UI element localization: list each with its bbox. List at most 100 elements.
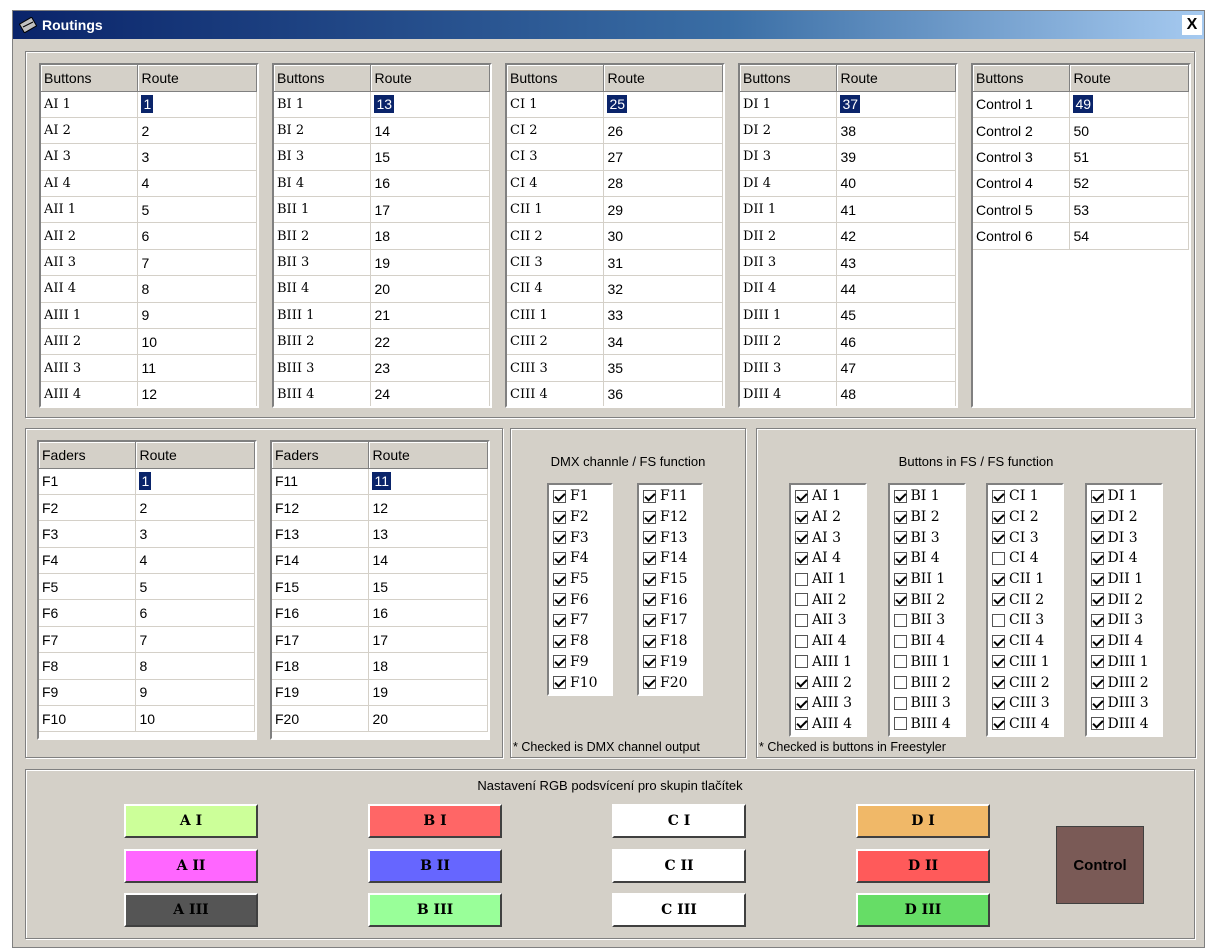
- checkbox-unchecked[interactable]: [893, 655, 907, 669]
- dmx-1-checklist[interactable]: F1 F2 F3 F4 F5 F6 F7 F8 F9 F10: [547, 483, 613, 696]
- row-name-cell[interactable]: BII 1: [274, 196, 372, 224]
- checkbox-checked[interactable]: [1090, 510, 1104, 524]
- table-row[interactable]: CII 1 29: [507, 196, 723, 224]
- route-cell[interactable]: 8: [137, 275, 257, 303]
- row-name-cell[interactable]: CIII 4: [507, 381, 605, 406]
- checkbox-item[interactable]: DIII 1: [1087, 652, 1161, 673]
- checkbox-item[interactable]: BI 2: [890, 507, 964, 528]
- row-name-cell[interactable]: Control 1: [973, 91, 1071, 118]
- table-row[interactable]: F10 10: [39, 705, 255, 733]
- button-3-header-name[interactable]: Buttons: [507, 65, 605, 92]
- button-2-header-name[interactable]: Buttons: [274, 65, 372, 92]
- row-name-cell[interactable]: AII 2: [41, 222, 139, 250]
- checkbox-item[interactable]: CIII 4: [988, 714, 1062, 735]
- table-row[interactable]: BII 4 20: [274, 275, 490, 303]
- title-bar[interactable]: Routings X: [13, 11, 1204, 39]
- fs-1-checklist[interactable]: AI 1 AI 2 AI 3 AI 4 AII 1 AII 2 AII 3 AII 4 AIII…: [789, 483, 867, 738]
- checkbox-item[interactable]: F3: [549, 527, 611, 548]
- row-name-cell[interactable]: Control 6: [973, 222, 1071, 250]
- route-cell[interactable]: 12: [368, 494, 488, 522]
- fader-1-header-route[interactable]: Route: [135, 442, 255, 469]
- route-cell[interactable]: 8: [135, 652, 255, 680]
- row-name-cell[interactable]: CII 1: [507, 196, 605, 224]
- checkbox-item[interactable]: BI 4: [890, 548, 964, 569]
- checkbox-item[interactable]: F20: [639, 672, 701, 693]
- checkbox-checked[interactable]: [893, 489, 907, 503]
- table-row[interactable]: DI 3 39: [740, 143, 956, 171]
- rgb-button-d-ii[interactable]: D II: [856, 848, 990, 883]
- checkbox-unchecked[interactable]: [893, 634, 907, 648]
- checkbox-checked[interactable]: [992, 593, 1005, 607]
- checkbox-checked[interactable]: [643, 572, 656, 586]
- checkbox-checked[interactable]: [553, 593, 566, 607]
- table-row[interactable]: CIII 4 36: [507, 381, 723, 406]
- checkbox-checked[interactable]: [1090, 655, 1104, 669]
- route-cell[interactable]: 11: [368, 468, 488, 495]
- checkbox-checked[interactable]: [795, 551, 808, 565]
- checkbox-item[interactable]: BIII 1: [890, 652, 964, 673]
- checkbox-checked[interactable]: [1090, 613, 1104, 627]
- checkbox-item[interactable]: CII 1: [988, 569, 1062, 590]
- table-row[interactable]: DIII 2 46: [740, 328, 956, 356]
- route-cell[interactable]: 20: [368, 705, 488, 733]
- row-name-cell[interactable]: F16: [272, 599, 370, 627]
- control-color-button[interactable]: Control: [1056, 826, 1144, 904]
- table-row[interactable]: F7 7: [39, 626, 255, 654]
- route-cell[interactable]: 38: [836, 117, 956, 145]
- route-cell[interactable]: 16: [370, 170, 490, 198]
- row-name-cell[interactable]: F19: [272, 679, 370, 707]
- checkbox-checked[interactable]: [992, 655, 1005, 669]
- row-name-cell[interactable]: AIII 4: [41, 381, 139, 406]
- rgb-button-c-iii[interactable]: C III: [612, 893, 746, 927]
- checkbox-item[interactable]: BII 4: [890, 631, 964, 652]
- checkbox-unchecked[interactable]: [893, 613, 907, 627]
- table-row[interactable]: Control 1 49: [973, 91, 1189, 118]
- checkbox-item[interactable]: AII 1: [791, 569, 865, 590]
- checkbox-item[interactable]: CIII 3: [988, 693, 1062, 714]
- checkbox-item[interactable]: DII 1: [1087, 569, 1161, 590]
- route-cell[interactable]: 53: [1069, 196, 1189, 224]
- table-row[interactable]: CII 3 31: [507, 249, 723, 277]
- table-row[interactable]: AIII 3 11: [41, 354, 257, 382]
- checkbox-item[interactable]: F7: [549, 610, 611, 631]
- row-name-cell[interactable]: BI 2: [274, 117, 372, 145]
- checkbox-item[interactable]: DI 1: [1087, 486, 1161, 507]
- row-name-cell[interactable]: BIII 4: [274, 381, 372, 406]
- button-2-header-route[interactable]: Route: [370, 65, 490, 92]
- table-row[interactable]: F13 13: [272, 520, 488, 548]
- checkbox-unchecked[interactable]: [795, 593, 808, 607]
- row-name-cell[interactable]: F11: [272, 468, 370, 495]
- table-row[interactable]: CI 2 26: [507, 117, 723, 145]
- route-cell[interactable]: 24: [370, 381, 490, 406]
- row-name-cell[interactable]: AII 4: [41, 275, 139, 303]
- checkbox-checked[interactable]: [553, 572, 566, 586]
- row-name-cell[interactable]: DII 3: [740, 249, 838, 277]
- checkbox-checked[interactable]: [795, 510, 808, 524]
- row-name-cell[interactable]: F1: [39, 468, 137, 495]
- table-row[interactable]: AIII 2 10: [41, 328, 257, 356]
- route-cell[interactable]: 33: [603, 302, 723, 330]
- row-name-cell[interactable]: Control 5: [973, 196, 1071, 224]
- route-cell[interactable]: 31: [603, 249, 723, 277]
- table-row[interactable]: F14 14: [272, 547, 488, 575]
- checkbox-item[interactable]: CII 2: [988, 589, 1062, 610]
- row-name-cell[interactable]: DII 4: [740, 275, 838, 303]
- route-cell[interactable]: 18: [370, 222, 490, 250]
- route-cell[interactable]: 45: [836, 302, 956, 330]
- checkbox-item[interactable]: AIII 4: [791, 714, 865, 735]
- table-row[interactable]: AI 2 2: [41, 117, 257, 145]
- checkbox-item[interactable]: F11: [639, 486, 701, 507]
- row-name-cell[interactable]: F5: [39, 573, 137, 601]
- table-row[interactable]: F16 16: [272, 599, 488, 627]
- route-cell[interactable]: 6: [137, 222, 257, 250]
- route-cell[interactable]: 16: [368, 599, 488, 627]
- route-cell[interactable]: 13: [370, 91, 490, 118]
- checkbox-item[interactable]: F15: [639, 569, 701, 590]
- checkbox-item[interactable]: AI 3: [791, 527, 865, 548]
- route-cell[interactable]: 28: [603, 170, 723, 198]
- table-row[interactable]: F9 9: [39, 679, 255, 707]
- row-name-cell[interactable]: AI 2: [41, 117, 139, 145]
- row-name-cell[interactable]: CIII 1: [507, 302, 605, 330]
- table-row[interactable]: F19 19: [272, 679, 488, 707]
- route-cell[interactable]: 3: [137, 143, 257, 171]
